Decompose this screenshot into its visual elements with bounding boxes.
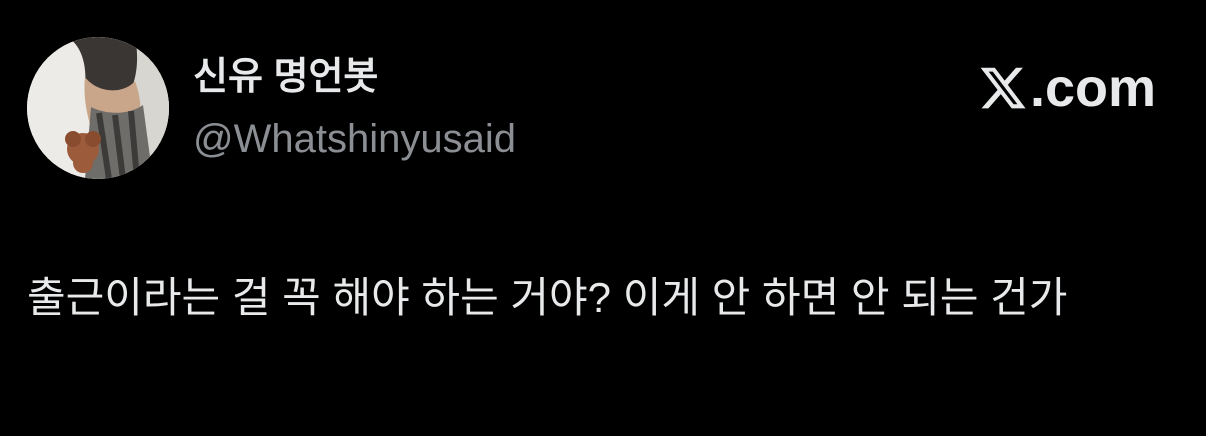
brand-watermark: .com xyxy=(978,58,1156,118)
x-logo-icon xyxy=(980,67,1026,109)
profile-photo-avatar xyxy=(27,37,169,179)
display-name[interactable]: 신유 명언봇 xyxy=(193,54,378,100)
avatar[interactable] xyxy=(27,37,169,179)
tweet-text: 출근이라는 걸 꼭 해야 하는 거야? 이게 안 하면 안 되는 건가 xyxy=(27,274,1068,321)
tweet-card: 신유 명언봇 @Whatshinyusaid .com 출근이라는 걸 꼭 해야… xyxy=(0,0,1206,436)
handle[interactable]: @Whatshinyusaid xyxy=(193,115,516,163)
brand-domain: .com xyxy=(1029,58,1156,118)
